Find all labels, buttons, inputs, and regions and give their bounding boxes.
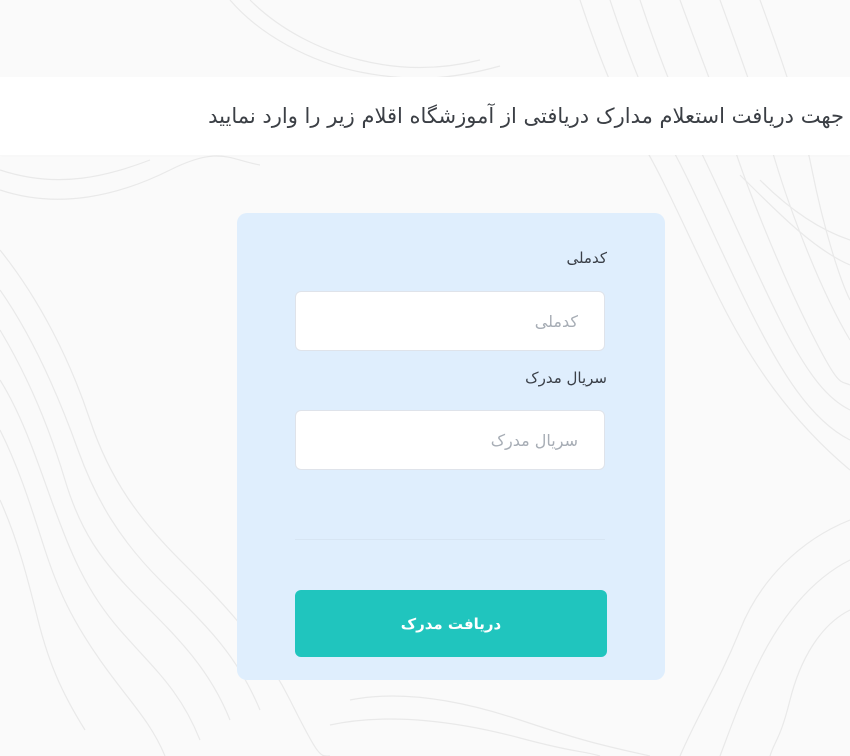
- national-id-input[interactable]: [295, 291, 605, 351]
- instruction-banner: جهت دریافت استعلام مدارک دریافتی از آموز…: [0, 77, 850, 155]
- national-id-label: کدملی: [566, 249, 607, 267]
- divider: [295, 539, 605, 540]
- certificate-serial-label: سریال مدرک: [525, 369, 607, 387]
- instruction-text: جهت دریافت استعلام مدارک دریافتی از آموز…: [208, 104, 844, 128]
- certificate-serial-input[interactable]: [295, 410, 605, 470]
- certificate-inquiry-form: کدملی سریال مدرک دریافت مدرک: [237, 213, 665, 680]
- get-certificate-button[interactable]: دریافت مدرک: [295, 590, 607, 657]
